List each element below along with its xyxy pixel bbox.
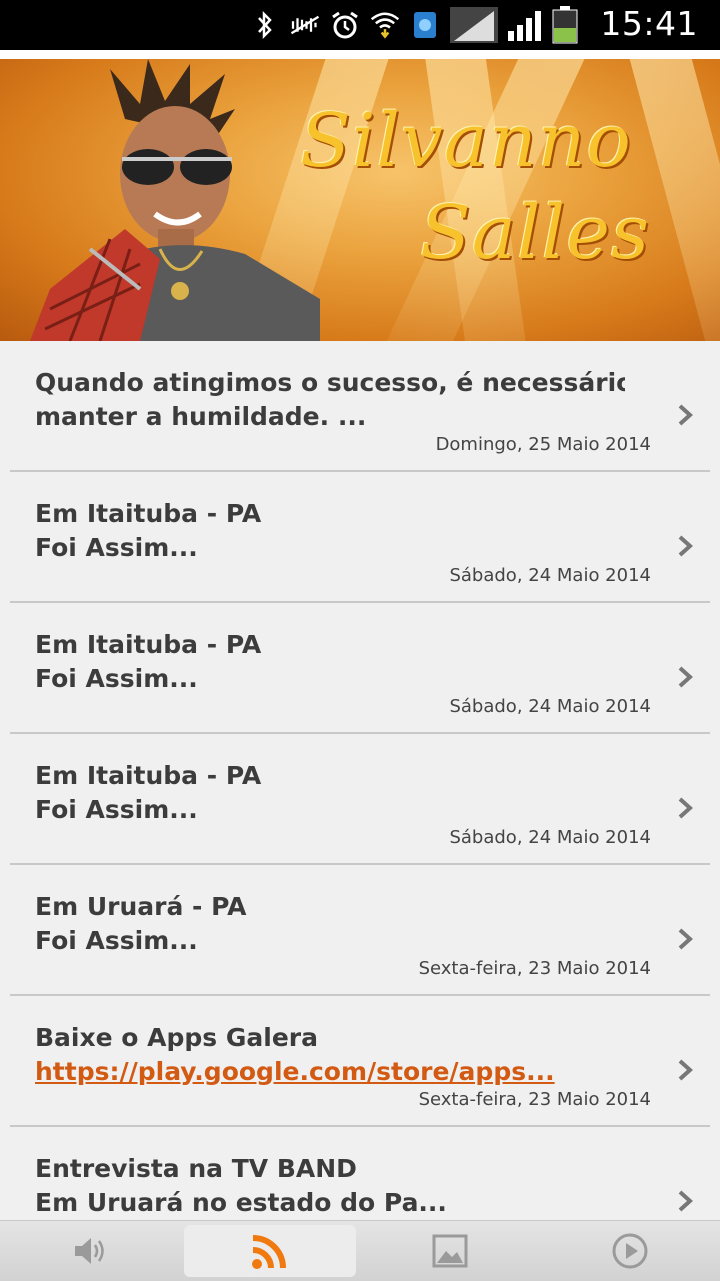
item-date: Sexta-feira, 23 Maio 2014 [418,958,651,979]
list-item[interactable]: Em Itaituba - PA Foi Assim... Sábado, 24… [10,734,710,865]
item-subtitle: Foi Assim... [35,664,198,693]
item-title: Entrevista na TV BAND [35,1154,357,1183]
news-feed-list[interactable]: Quando atingimos o sucesso, é necessário… [0,341,720,1220]
item-title: Em Uruará - PA [35,892,247,921]
item-date: Domingo, 25 Maio 2014 [435,434,651,455]
artist-banner: Silvanno Salles [0,59,720,341]
list-item[interactable]: Entrevista na TV BAND Em Uruará no estad… [10,1127,710,1220]
signal-icon [508,10,542,41]
tab-video[interactable] [544,1225,716,1277]
item-link[interactable]: https://play.google.com/store/apps... [35,1055,625,1089]
wifi-icon [370,10,400,40]
item-subtitle: Foi Assim... [35,926,198,955]
header-divider [0,50,720,59]
banner-title: Silvanno Salles [300,95,700,279]
item-subtitle: Em Uruará no estado do Pa... [35,1188,447,1217]
play-icon [612,1233,648,1269]
speaker-icon [75,1238,104,1264]
list-item[interactable]: Quando atingimos o sucesso, é necessário… [10,341,710,472]
banner-title-line2: Salles [420,190,650,276]
app-notification-icon [410,10,440,40]
tab-gallery[interactable] [364,1225,536,1277]
chevron-right-icon [678,1059,693,1081]
bluetooth-icon [250,10,280,40]
chevron-right-icon [678,404,693,426]
status-bar: 15:41 [0,0,720,50]
item-date: Sábado, 24 Maio 2014 [449,696,651,717]
list-item[interactable]: Em Uruará - PA Foi Assim... Sexta-feira,… [10,865,710,996]
list-item[interactable]: Em Itaituba - PA Foi Assim... Sábado, 24… [10,472,710,603]
banner-title-line1: Silvanno [300,98,632,184]
item-subtitle: Foi Assim... [35,795,198,824]
item-title: Quando atingimos o sucesso, é necessário [35,368,625,397]
item-title: Em Itaituba - PA [35,761,262,790]
list-item[interactable]: Em Itaituba - PA Foi Assim... Sábado, 24… [10,603,710,734]
status-time: 15:41 [600,4,698,43]
artist-photo [30,59,320,341]
list-item[interactable]: Baixe o Apps Galera https://play.google.… [10,996,710,1127]
signal-icon [450,7,498,43]
item-title: Em Itaituba - PA [35,630,262,659]
item-date: Sábado, 24 Maio 2014 [449,827,651,848]
chevron-right-icon [678,797,693,819]
item-subtitle: manter a humildade. ... [35,402,367,431]
bottom-tab-bar [0,1220,720,1281]
mute-icon [290,10,320,40]
chevron-right-icon [678,1190,693,1212]
battery-icon [552,6,578,44]
image-icon [432,1234,468,1268]
tab-audio[interactable] [4,1225,176,1277]
item-date: Sexta-feira, 23 Maio 2014 [418,1089,651,1110]
rss-icon [252,1235,286,1269]
chevron-right-icon [678,535,693,557]
tab-news[interactable] [184,1225,356,1277]
item-date: Sábado, 24 Maio 2014 [449,565,651,586]
chevron-right-icon [678,928,693,950]
item-title: Em Itaituba - PA [35,499,262,528]
item-title: Baixe o Apps Galera [35,1023,318,1052]
chevron-right-icon [678,666,693,688]
alarm-icon [330,10,360,40]
item-subtitle: Foi Assim... [35,533,198,562]
